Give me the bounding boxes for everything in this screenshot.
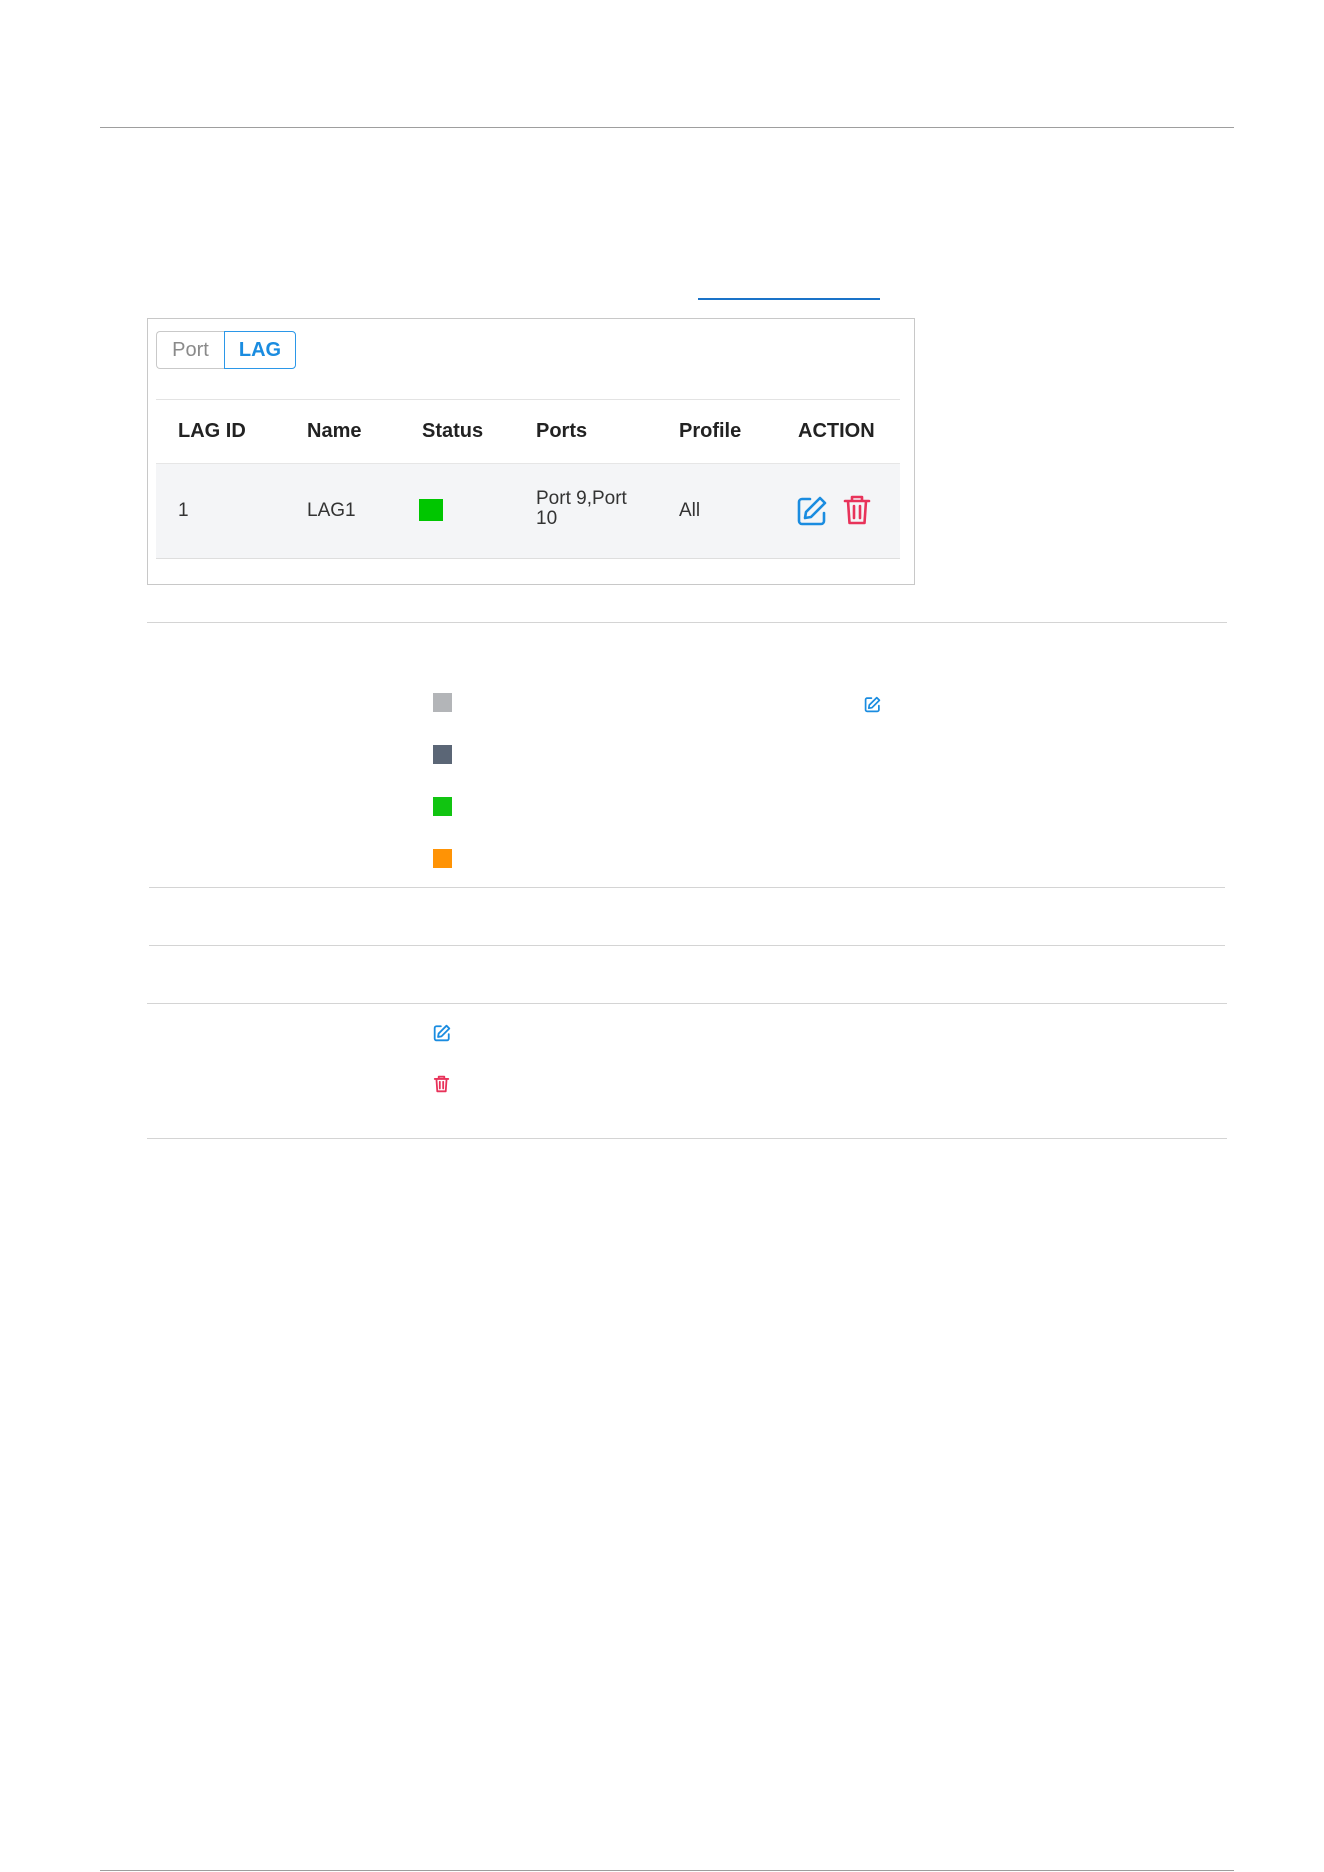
divider-3 bbox=[149, 945, 1225, 946]
table-row: 1 LAG1 Port 9,Port 10 All bbox=[156, 463, 900, 559]
edit-icon-legend bbox=[433, 1024, 451, 1047]
port-lag-toggle: Port LAG bbox=[156, 331, 296, 369]
edit-icon[interactable] bbox=[796, 495, 828, 532]
header-profile: Profile bbox=[679, 420, 742, 442]
header-name: Name bbox=[307, 420, 362, 442]
cell-name: LAG1 bbox=[307, 500, 356, 521]
bottom-divider bbox=[100, 1870, 1234, 1871]
tab-lag[interactable]: LAG bbox=[224, 331, 296, 369]
cell-lag-id: 1 bbox=[178, 500, 189, 521]
status-gray-square bbox=[433, 693, 452, 712]
header-lag-id: LAG ID bbox=[178, 420, 246, 442]
tab-port[interactable]: Port bbox=[156, 331, 224, 369]
divider-4 bbox=[147, 1003, 1227, 1004]
header-status: Status bbox=[422, 420, 484, 442]
trash-icon-legend bbox=[433, 1075, 450, 1098]
header-ports: Ports bbox=[536, 420, 588, 442]
link-underline[interactable] bbox=[698, 298, 880, 300]
divider-2 bbox=[149, 887, 1225, 888]
status-indicator bbox=[419, 499, 443, 521]
edit-icon-inline bbox=[864, 696, 881, 718]
ports-line-2: 10 bbox=[536, 508, 558, 529]
status-orange-square bbox=[433, 849, 452, 868]
lag-screenshot-panel: Port LAG LAG ID Name Status Ports Profil… bbox=[147, 318, 915, 585]
divider-1 bbox=[147, 622, 1227, 623]
status-green-square bbox=[433, 797, 452, 816]
table-header: LAG ID Name Status Ports Profile ACTION bbox=[156, 399, 900, 464]
cell-profile: All bbox=[679, 500, 701, 521]
cell-ports: Port 9,Port 10 bbox=[536, 489, 627, 529]
top-divider bbox=[100, 127, 1234, 128]
header-action: ACTION bbox=[798, 420, 875, 442]
trash-icon[interactable] bbox=[842, 494, 872, 531]
ports-line-1: Port 9,Port bbox=[536, 488, 627, 509]
divider-5 bbox=[147, 1138, 1227, 1139]
status-dark-square bbox=[433, 745, 452, 764]
